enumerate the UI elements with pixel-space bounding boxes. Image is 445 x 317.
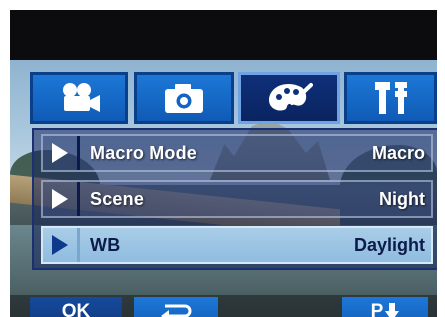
page-down-button[interactable]: P — [342, 297, 428, 317]
tools-settings-icon — [374, 82, 407, 114]
tab-movie[interactable] — [30, 72, 128, 124]
page-down-label: P — [370, 301, 384, 317]
row-divider — [77, 182, 80, 216]
menu-item-value: Night — [379, 188, 425, 209]
settings-menu: Macro Mode Macro Scene Night WB Daylight — [32, 128, 437, 270]
tab-effects[interactable] — [238, 72, 340, 124]
menu-item-macro-mode[interactable]: Macro Mode Macro — [41, 134, 433, 172]
camera-screen: Macro Mode Macro Scene Night WB Daylight — [0, 0, 445, 317]
play-arrow-icon — [43, 226, 77, 264]
return-button[interactable] — [134, 297, 218, 317]
lcd-display: Macro Mode Macro Scene Night WB Daylight — [10, 10, 437, 317]
play-arrow-icon — [43, 134, 77, 172]
palette-brush-icon — [269, 83, 313, 111]
menu-item-value: Macro — [371, 142, 425, 163]
ok-button-label: OK — [61, 301, 91, 317]
down-arrow-icon — [385, 303, 400, 317]
tab-photo[interactable] — [134, 72, 234, 124]
menu-item-value: Daylight — [353, 234, 425, 255]
movie-camera-icon — [63, 83, 100, 112]
menu-item-scene[interactable]: Scene Night — [41, 180, 433, 218]
photo-camera-icon — [165, 84, 203, 113]
menu-item-label: Macro Mode — [90, 142, 198, 163]
menu-item-label: Scene — [90, 188, 145, 209]
ok-button[interactable]: OK — [30, 297, 122, 317]
play-arrow-icon — [43, 180, 77, 218]
return-arrow-icon — [161, 304, 192, 317]
row-divider — [77, 228, 80, 262]
menu-item-label: WB — [90, 234, 121, 255]
row-divider — [77, 136, 80, 170]
menu-item-wb[interactable]: WB Daylight — [41, 226, 433, 264]
tab-settings[interactable] — [344, 72, 437, 124]
